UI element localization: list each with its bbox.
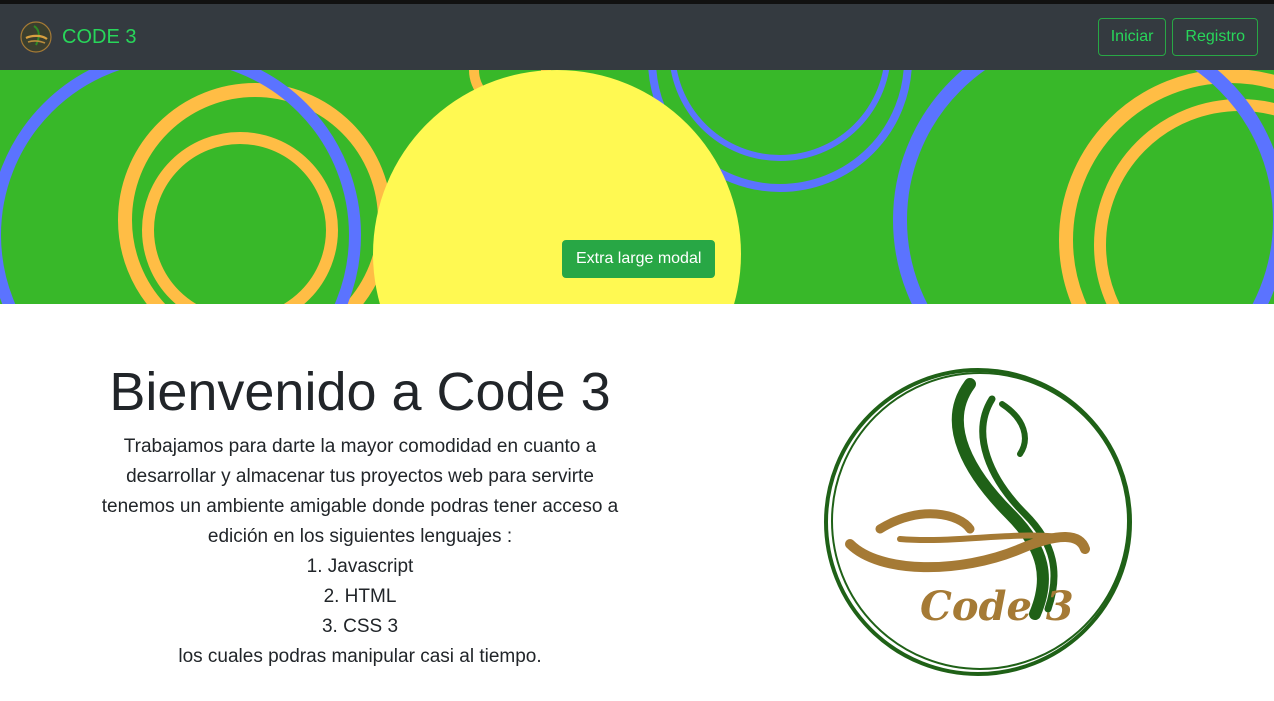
brand-link[interactable]: CODE 3 [20, 21, 136, 53]
hero-banner: Extra large modal [0, 70, 1274, 304]
language-item-html: 2. HTML [323, 586, 397, 607]
welcome-title: Bienvenido a Code 3 [109, 362, 611, 422]
nav-actions: Iniciar Registro [1097, 18, 1258, 56]
code3-logo-icon: Code 3 [824, 368, 1132, 676]
languages-list: 1. Javascript 2. HTML 3. CSS 3 [100, 552, 620, 642]
login-button[interactable]: Iniciar [1097, 18, 1167, 56]
welcome-section: Bienvenido a Code 3 Trabajamos para dart… [0, 304, 1274, 701]
register-button[interactable]: Registro [1172, 18, 1258, 56]
welcome-description: Trabajamos para darte la mayor comodidad… [100, 432, 620, 672]
language-item-css: 3. CSS 3 [321, 616, 399, 637]
extra-large-modal-button[interactable]: Extra large modal [562, 240, 716, 278]
intro-paragraph: Trabajamos para darte la mayor comodidad… [101, 436, 619, 547]
brand-name: CODE 3 [62, 25, 137, 48]
outro-paragraph: los cuales podras manipular casi al tiem… [178, 646, 542, 667]
logo-wordmark: Code 3 [920, 583, 1074, 630]
language-item-javascript: 1. Javascript [306, 556, 414, 577]
brand-logo-icon [20, 21, 52, 53]
navbar: CODE 3 Iniciar Registro [0, 4, 1274, 70]
